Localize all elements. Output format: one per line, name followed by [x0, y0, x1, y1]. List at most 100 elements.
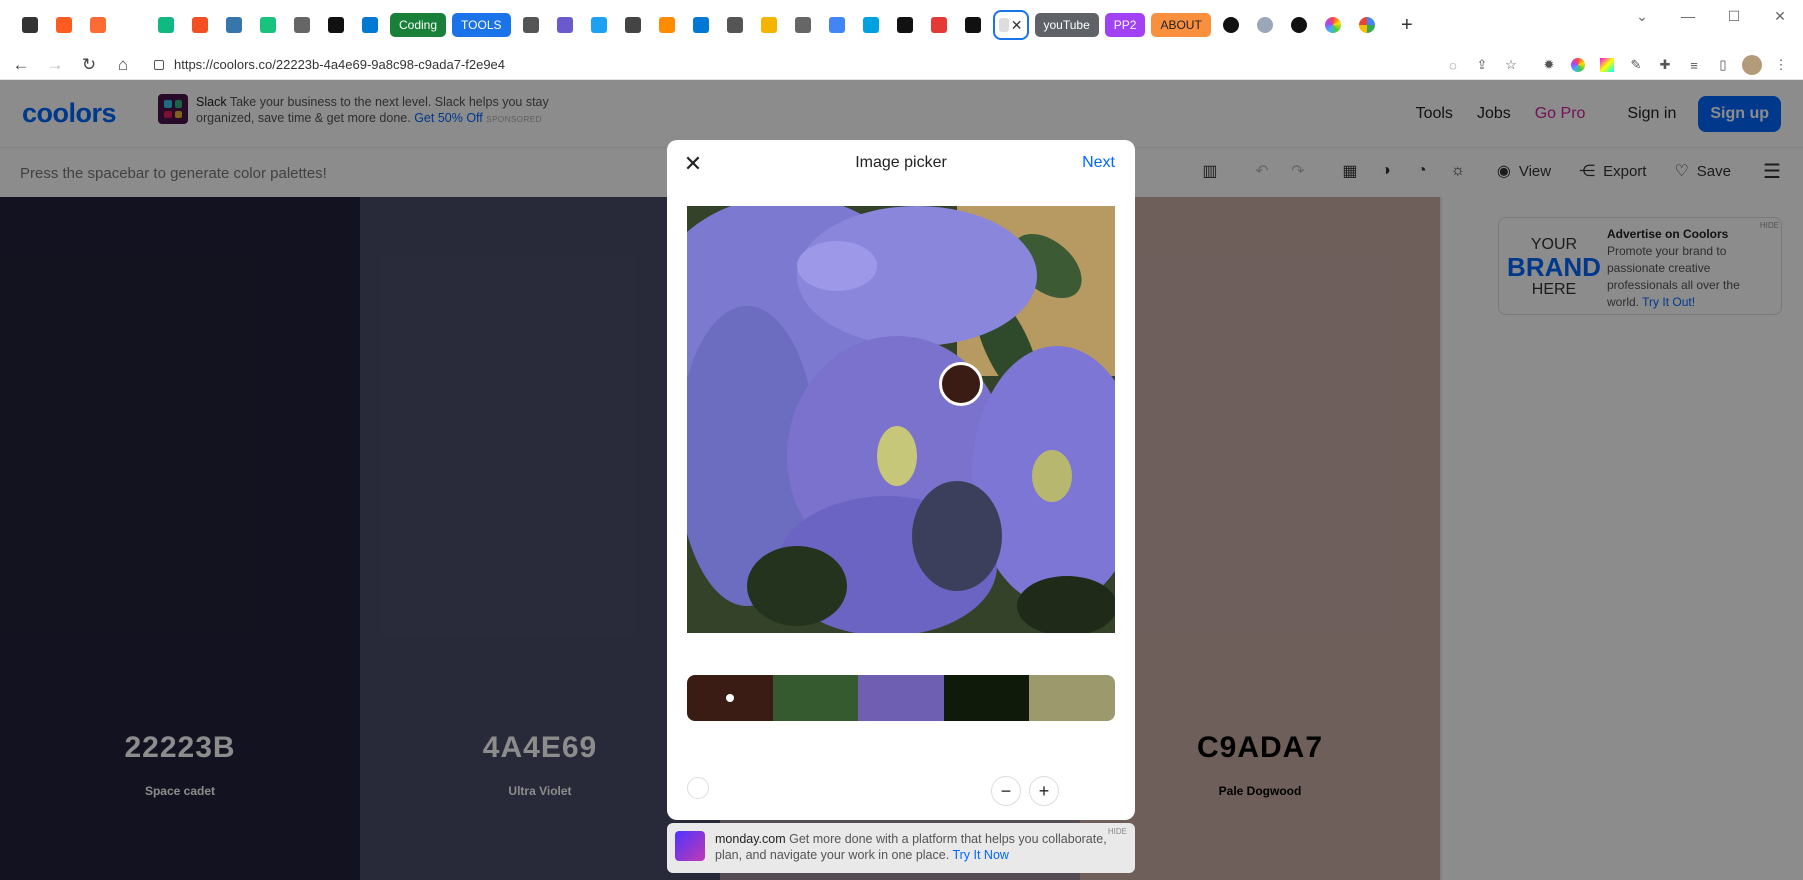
flower-image[interactable] [687, 206, 1115, 633]
tab-group-2 [517, 10, 993, 40]
tab-fav-a-9[interactable] [322, 10, 350, 40]
tab-about[interactable]: ABOUT [1151, 10, 1211, 40]
palette-option-icon[interactable] [687, 777, 709, 799]
color-extension-icon[interactable] [1568, 55, 1588, 75]
eye-off-icon[interactable]: ◌ [1443, 55, 1463, 75]
tab-fav-a-7[interactable] [254, 10, 282, 40]
remove-color-button[interactable]: − [991, 776, 1021, 806]
tab-coding-label: Coding [390, 13, 447, 37]
tab-fav-b-4[interactable] [653, 10, 681, 40]
share-icon[interactable]: ⇪ [1472, 55, 1492, 75]
new-tab-button[interactable]: + [1395, 14, 1419, 37]
puzzle-icon[interactable]: ✚ [1655, 55, 1675, 75]
media-icon[interactable]: ≡ [1684, 55, 1704, 75]
tab-fav-b-0[interactable] [517, 10, 545, 40]
f-logo-icon [590, 17, 607, 33]
modal-title: Image picker [855, 154, 947, 171]
tab-fav-a-10[interactable] [356, 10, 384, 40]
palette-color-swatch[interactable] [943, 675, 1030, 721]
color-picker-handle[interactable] [939, 362, 983, 406]
saturn-icon [556, 17, 573, 33]
monitor-icon [862, 17, 879, 33]
tab-fav-b-6[interactable] [721, 10, 749, 40]
tab-github-1[interactable] [1217, 10, 1245, 40]
tab-active-coolors[interactable]: ✕ [992, 10, 1029, 40]
bottom-ad[interactable]: monday.com Get more done with a platform… [667, 823, 1135, 873]
layers-icon [624, 17, 641, 33]
tab-youtube-label: youTube [1034, 13, 1099, 37]
coolors-tab-icon [998, 18, 1009, 32]
minimize-icon[interactable]: — [1665, 0, 1711, 32]
avatar[interactable] [1742, 55, 1762, 75]
gc-icon [328, 17, 344, 33]
browser-tabstrip: Coding TOOLS ✕ youTube PP2 ABOUT + ⌄ — ☐… [0, 0, 1803, 50]
bottom-ad-text: monday.com Get more done with a platform… [715, 831, 1127, 865]
github-icon [1222, 17, 1239, 33]
tab-fav-b-8[interactable] [789, 10, 817, 40]
maximize-icon[interactable]: ☐ [1711, 0, 1757, 32]
tab-fav-b-9[interactable] [823, 10, 851, 40]
palette-color-swatch[interactable] [687, 675, 773, 721]
hide-bottom-ad[interactable]: HIDE [1108, 827, 1127, 836]
tab-tools[interactable]: TOOLS [452, 10, 511, 40]
tab-about-label: ABOUT [1151, 13, 1211, 37]
tab-fav-b-10[interactable] [857, 10, 885, 40]
bug-icon[interactable]: ✹ [1539, 55, 1559, 75]
tab-google[interactable] [1353, 10, 1381, 40]
palette-extension-icon[interactable] [1597, 55, 1617, 75]
gpt-icon [260, 17, 276, 33]
tab-fav-b-3[interactable] [619, 10, 647, 40]
reload-icon[interactable]: ↻ [72, 50, 106, 80]
blank-icon [124, 17, 140, 33]
tab-fav-b-12[interactable] [925, 10, 953, 40]
shield-icon [22, 17, 38, 33]
back-icon[interactable]: ← [4, 50, 38, 80]
tab-fav-b-11[interactable] [891, 10, 919, 40]
stop-icon [930, 17, 947, 33]
tab-fav-b-13[interactable] [959, 10, 987, 40]
home-icon[interactable]: ⌂ [106, 50, 140, 80]
tab-fav-a-6[interactable] [220, 10, 248, 40]
tab-fav-a-0[interactable] [16, 10, 44, 40]
tab-github-2[interactable] [1285, 10, 1313, 40]
google-icon [828, 17, 845, 33]
menu-dots-icon[interactable]: ⋮ [1771, 55, 1791, 75]
tab-fav-a-1[interactable] [50, 10, 78, 40]
bottom-ad-cta[interactable]: Try It Now [952, 848, 1008, 862]
palette-color-swatch[interactable] [858, 675, 944, 721]
eyedropper-icon[interactable]: ✎ [1626, 55, 1646, 75]
tab-youtube[interactable]: youTube [1034, 10, 1099, 40]
close-window-icon[interactable]: ✕ [1757, 0, 1803, 32]
windows-icon [192, 17, 208, 33]
url-field[interactable]: https://coolors.co/22223b-4a4e69-9a8c98-… [154, 57, 505, 72]
tab-fav-b-1[interactable] [551, 10, 579, 40]
tab-tools-label: TOOLS [452, 13, 511, 37]
star-icon[interactable]: ☆ [1501, 55, 1521, 75]
url-text: https://coolors.co/22223b-4a4e69-9a8c98-… [174, 57, 506, 72]
palette-color-swatch[interactable] [772, 675, 859, 721]
tab-color-wheel[interactable] [1319, 10, 1347, 40]
tab-fav-a-4[interactable] [152, 10, 180, 40]
tab-gear[interactable] [1251, 10, 1279, 40]
palette-color-swatch[interactable] [1029, 675, 1115, 721]
next-button[interactable]: Next [1082, 154, 1115, 172]
extracted-palette [687, 675, 1115, 721]
tab-fav-b-7[interactable] [755, 10, 783, 40]
github-icon [964, 17, 981, 33]
tab-fav-b-5[interactable] [687, 10, 715, 40]
tab-fav-a-8[interactable] [288, 10, 316, 40]
tab-search-icon[interactable]: ⌄ [1619, 0, 1665, 32]
tab-pp2[interactable]: PP2 [1104, 10, 1146, 40]
extensions-area: ◌ ⇪ ☆ ✹ ✎ ✚ ≡ ▯ ⋮ [1434, 50, 1791, 80]
tab-fav-a-3[interactable] [118, 10, 146, 40]
close-tab-icon[interactable]: ✕ [1011, 17, 1023, 34]
add-color-button[interactable]: + [1029, 776, 1059, 806]
tab-fav-a-5[interactable] [186, 10, 214, 40]
image-picker-modal: ✕ Image picker Next − + [667, 140, 1135, 820]
tab-coding[interactable]: Coding [390, 10, 447, 40]
tab-fav-b-2[interactable] [585, 10, 613, 40]
sidepanel-icon[interactable]: ▯ [1713, 55, 1733, 75]
tab-fav-a-2[interactable] [84, 10, 112, 40]
forward-icon[interactable]: → [38, 50, 72, 80]
gear-icon [1256, 17, 1273, 33]
